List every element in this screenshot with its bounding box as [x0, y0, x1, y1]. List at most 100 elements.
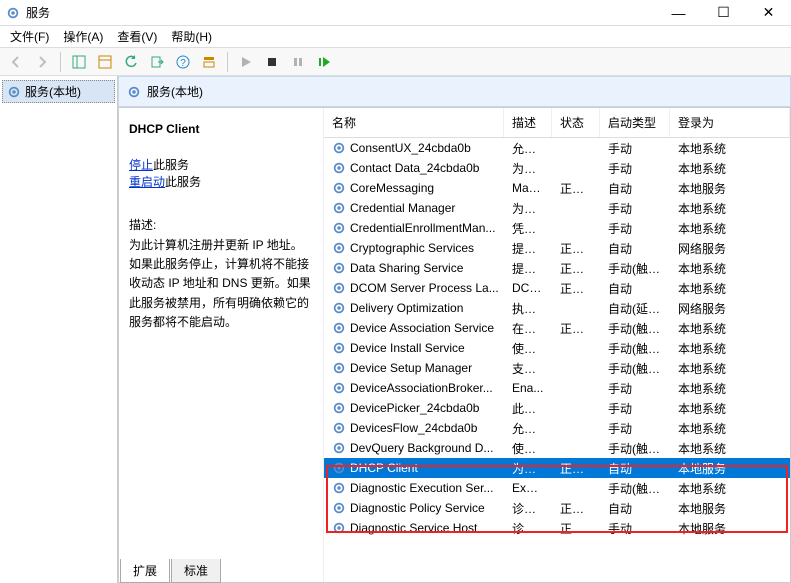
cell-desc: 为用...	[504, 200, 552, 217]
cell-desc: Ena...	[504, 381, 552, 395]
cell-start: 手动	[600, 400, 670, 417]
gear-icon	[332, 481, 346, 495]
toolbar-view2-button[interactable]	[93, 50, 117, 74]
stop-service-button[interactable]	[260, 50, 284, 74]
start-service-button[interactable]	[234, 50, 258, 74]
col-desc[interactable]: 描述	[504, 108, 552, 137]
cell-desc: 在系...	[504, 320, 552, 337]
cell-name: Diagnostic Service Host	[350, 521, 477, 535]
cell-name: Diagnostic Policy Service	[350, 501, 485, 515]
table-row[interactable]: Diagnostic Execution Ser...Exec...手动(触发.…	[324, 478, 790, 498]
tab-extended[interactable]: 扩展	[120, 559, 170, 583]
restart-link[interactable]: 重启动	[129, 175, 165, 189]
menu-bar: 文件(F) 操作(A) 查看(V) 帮助(H)	[0, 26, 791, 48]
table-row[interactable]: Contact Data_24cbda0b为联...手动本地系统	[324, 158, 790, 178]
maximize-button[interactable]: ☐	[701, 0, 746, 26]
cell-start: 手动(触发...	[600, 340, 670, 357]
pause-service-button[interactable]	[286, 50, 310, 74]
cell-start: 手动	[600, 140, 670, 157]
cell-desc: 执行...	[504, 300, 552, 317]
cell-name: DevQuery Background D...	[350, 441, 493, 455]
cell-logon: 网络服务	[670, 300, 790, 317]
title-bar: 服务 — ☐ ✕	[0, 0, 791, 26]
cell-start: 自动(延迟...	[600, 300, 670, 317]
cell-start: 自动	[600, 460, 670, 477]
description-text: 为此计算机注册并更新 IP 地址。如果此服务停止，计算机将不能接收动态 IP 地…	[129, 236, 313, 332]
cell-desc: 使应...	[504, 440, 552, 457]
gear-icon	[332, 141, 346, 155]
table-row[interactable]: Device Setup Manager支持...手动(触发...本地系统	[324, 358, 790, 378]
cell-desc: 此用...	[504, 400, 552, 417]
table-row[interactable]: Cryptographic Services提供...正在...自动网络服务	[324, 238, 790, 258]
col-logon[interactable]: 登录为	[670, 108, 790, 137]
table-row[interactable]: DevQuery Background D...使应...手动(触发...本地系…	[324, 438, 790, 458]
table-row[interactable]: DeviceAssociationBroker...Ena...手动本地系统	[324, 378, 790, 398]
close-button[interactable]: ✕	[746, 0, 791, 26]
refresh-button[interactable]	[119, 50, 143, 74]
app-icon	[6, 6, 20, 20]
menu-action[interactable]: 操作(A)	[57, 26, 109, 47]
gear-icon	[332, 421, 346, 435]
gear-icon	[332, 341, 346, 355]
menu-file[interactable]: 文件(F)	[4, 26, 55, 47]
cell-name: CredentialEnrollmentMan...	[350, 221, 495, 235]
menu-help[interactable]: 帮助(H)	[165, 26, 218, 47]
col-start[interactable]: 启动类型	[600, 108, 670, 137]
cell-desc: 允许...	[504, 140, 552, 157]
tree-node-services[interactable]: 服务(本地)	[2, 80, 115, 103]
pane-body: DHCP Client 停止此服务 重启动此服务 描述: 为此计算机注册并更新 …	[118, 107, 791, 583]
cell-logon: 本地系统	[670, 280, 790, 297]
detail-panel: DHCP Client 停止此服务 重启动此服务 描述: 为此计算机注册并更新 …	[119, 108, 324, 582]
cell-start: 自动	[600, 280, 670, 297]
table-row[interactable]: ConsentUX_24cbda0b允许...手动本地系统	[324, 138, 790, 158]
back-button[interactable]	[4, 50, 28, 74]
selected-service-name: DHCP Client	[129, 122, 313, 136]
cell-start: 手动	[600, 420, 670, 437]
cell-name: DCOM Server Process La...	[350, 281, 499, 295]
menu-view[interactable]: 查看(V)	[111, 26, 163, 47]
cell-desc: Exec...	[504, 481, 552, 495]
cell-name: Data Sharing Service	[350, 261, 463, 275]
cell-desc: 使计...	[504, 340, 552, 357]
restart-service-button[interactable]	[312, 50, 336, 74]
gear-icon	[332, 441, 346, 455]
toolbar-view1-button[interactable]	[67, 50, 91, 74]
table-row[interactable]: Diagnostic Policy Service诊断...正在...自动本地服…	[324, 498, 790, 518]
cell-name: DHCP Client	[350, 461, 418, 475]
cell-name: Delivery Optimization	[350, 301, 463, 315]
table-row[interactable]: DevicesFlow_24cbda0b允许...手动本地系统	[324, 418, 790, 438]
table-row[interactable]: DHCP Client为此...正在...自动本地服务	[324, 458, 790, 478]
cell-logon: 网络服务	[670, 240, 790, 257]
table-row[interactable]: Credential Manager为用...手动本地系统	[324, 198, 790, 218]
cell-status: 正在...	[552, 240, 600, 257]
table-row[interactable]: Data Sharing Service提供...正在...手动(触发...本地…	[324, 258, 790, 278]
table-row[interactable]: CoreMessagingMan...正在...自动本地服务	[324, 178, 790, 198]
properties-button[interactable]	[197, 50, 221, 74]
gear-icon	[332, 401, 346, 415]
cell-desc: 诊断...	[504, 520, 552, 537]
table-row[interactable]: Device Install Service使计...手动(触发...本地系统	[324, 338, 790, 358]
table-row[interactable]: DevicePicker_24cbda0b此用...手动本地系统	[324, 398, 790, 418]
gear-icon	[332, 161, 346, 175]
cell-logon: 本地系统	[670, 440, 790, 457]
cell-name: Device Setup Manager	[350, 361, 472, 375]
table-row[interactable]: Device Association Service在系...正在...手动(触…	[324, 318, 790, 338]
table-row[interactable]: Delivery Optimization 执行... 自动(延迟...网络服务	[324, 298, 790, 318]
col-status[interactable]: 状态	[552, 108, 600, 137]
cell-logon: 本地系统	[670, 140, 790, 157]
table-row[interactable]: DCOM Server Process La...DCO...正在...自动本地…	[324, 278, 790, 298]
toolbar-separator	[227, 52, 228, 72]
stop-link[interactable]: 停止	[129, 158, 153, 172]
cell-start: 手动(触发...	[600, 360, 670, 377]
minimize-button[interactable]: —	[656, 0, 701, 26]
cell-name: DevicePicker_24cbda0b	[350, 401, 479, 415]
table-row[interactable]: CredentialEnrollmentMan...凭据...手动本地系统	[324, 218, 790, 238]
pane-header: 服务(本地)	[118, 76, 791, 107]
table-row[interactable]: Diagnostic Service Host诊断...正在...手动本地服务	[324, 518, 790, 538]
cell-logon: 本地系统	[670, 200, 790, 217]
forward-button[interactable]	[30, 50, 54, 74]
tab-standard[interactable]: 标准	[171, 559, 221, 583]
help-button[interactable]: ?	[171, 50, 195, 74]
col-name[interactable]: 名称	[324, 108, 504, 137]
export-button[interactable]	[145, 50, 169, 74]
